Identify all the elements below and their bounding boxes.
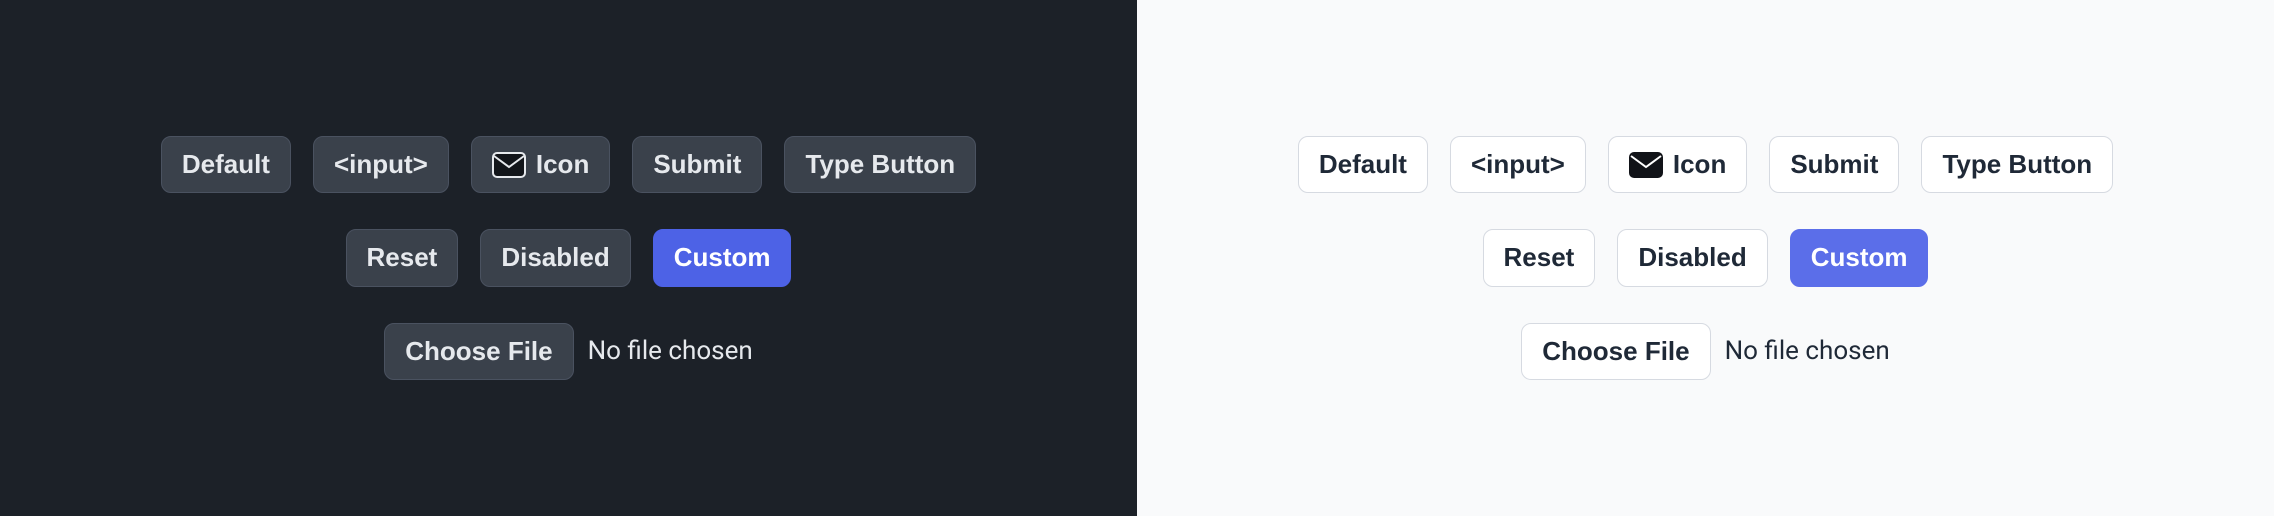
button-row-1: Default <input> Icon Submit Type Button — [161, 136, 976, 193]
file-input-row: Choose File No file chosen — [384, 323, 752, 380]
file-status-text: No file chosen — [1725, 336, 1890, 366]
icon-button-label: Icon — [1673, 149, 1726, 180]
input-button[interactable]: <input> — [313, 136, 449, 193]
file-input-row: Choose File No file chosen — [1521, 323, 1889, 380]
type-button[interactable]: Type Button — [784, 136, 976, 193]
type-button[interactable]: Type Button — [1921, 136, 2113, 193]
reset-button[interactable]: Reset — [1483, 229, 1596, 286]
default-button[interactable]: Default — [161, 136, 291, 193]
envelope-icon — [1629, 152, 1663, 178]
choose-file-button[interactable]: Choose File — [384, 323, 573, 380]
button-row-2: Reset Disabled Custom — [1483, 229, 1929, 286]
file-status-text: No file chosen — [588, 336, 753, 366]
custom-button[interactable]: Custom — [653, 229, 792, 286]
icon-button[interactable]: Icon — [1608, 136, 1747, 193]
submit-button[interactable]: Submit — [632, 136, 762, 193]
custom-button[interactable]: Custom — [1790, 229, 1929, 286]
disabled-button[interactable]: Disabled — [480, 229, 630, 286]
button-row-1: Default <input> Icon Submit Type Button — [1298, 136, 2113, 193]
dark-theme-panel: Default <input> Icon Submit Type Button … — [0, 0, 1137, 516]
submit-button[interactable]: Submit — [1769, 136, 1899, 193]
disabled-button[interactable]: Disabled — [1617, 229, 1767, 286]
reset-button[interactable]: Reset — [346, 229, 459, 286]
button-row-2: Reset Disabled Custom — [346, 229, 792, 286]
envelope-icon — [492, 152, 526, 178]
icon-button-label: Icon — [536, 149, 589, 180]
input-button[interactable]: <input> — [1450, 136, 1586, 193]
icon-button[interactable]: Icon — [471, 136, 610, 193]
default-button[interactable]: Default — [1298, 136, 1428, 193]
choose-file-button[interactable]: Choose File — [1521, 323, 1710, 380]
light-theme-panel: Default <input> Icon Submit Type Button … — [1137, 0, 2274, 516]
